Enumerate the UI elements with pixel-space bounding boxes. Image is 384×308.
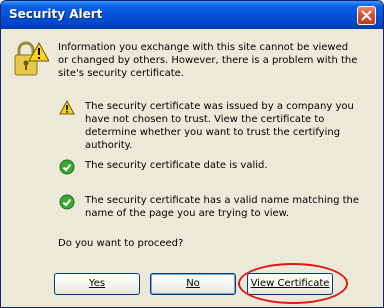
close-icon [361, 10, 372, 21]
warning-icon [59, 100, 75, 115]
window-title: Security Alert [9, 7, 103, 21]
close-button[interactable] [357, 6, 376, 25]
no-button-label: No [186, 278, 200, 289]
yes-button[interactable]: Yes [54, 273, 140, 295]
date-valid-text: The security certificate date is valid. [85, 160, 268, 171]
intro-text: Information you exchange with this site … [58, 42, 358, 79]
check-icon [59, 194, 75, 210]
lock-warning-icon [14, 41, 49, 76]
security-alert-dialog: Security Alert Information you exchange … [0, 0, 384, 308]
view-certificate-label: View Certificate [250, 278, 330, 289]
proceed-question: Do you want to proceed? [58, 238, 184, 249]
view-certificate-button[interactable]: View Certificate [247, 273, 333, 295]
issuer-warning-text: The security certificate was issued by a… [85, 101, 354, 151]
yes-button-label: Yes [88, 278, 106, 289]
check-icon [59, 159, 75, 175]
title-bar[interactable]: Security Alert [1, 1, 383, 29]
dialog-body: Information you exchange with this site … [4, 29, 380, 304]
name-valid-text: The security certificate has a valid nam… [85, 195, 360, 219]
no-button[interactable]: No [150, 273, 236, 295]
